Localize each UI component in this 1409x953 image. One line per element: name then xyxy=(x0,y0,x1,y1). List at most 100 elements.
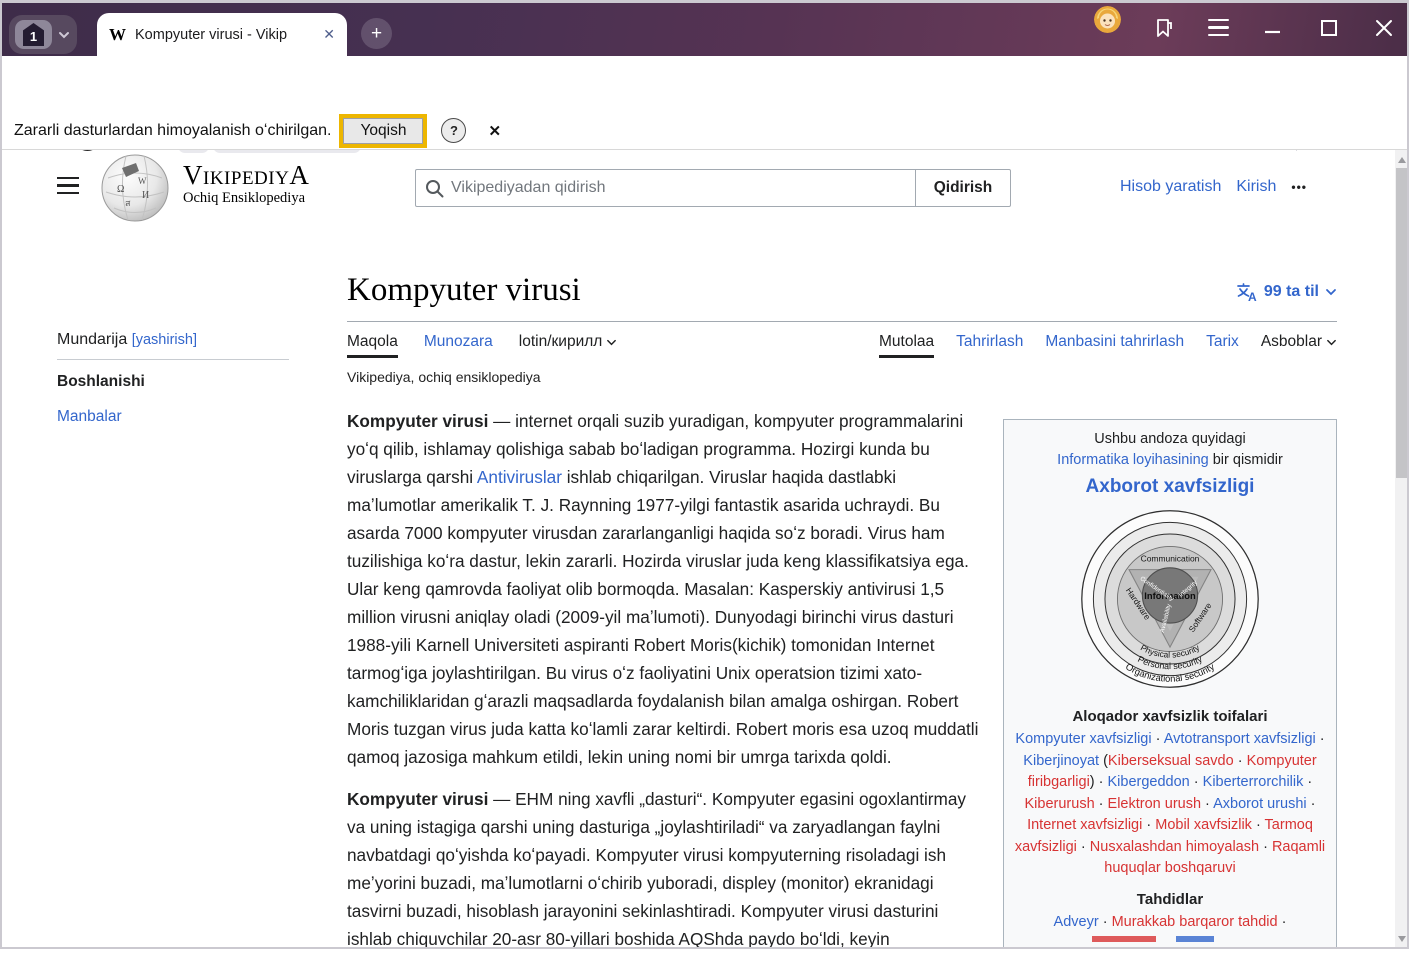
svg-text:W: W xyxy=(138,176,147,186)
wikipedia-wordmark[interactable]: VikipediyA Ochiq Ensiklopediya xyxy=(183,160,309,207)
language-selector-button[interactable]: A 99 ta til xyxy=(1236,282,1337,302)
profile-avatar[interactable] xyxy=(1094,6,1121,33)
enable-protection-button[interactable]: Yoqish xyxy=(343,118,423,144)
security-infobox: Ushbu andoza quyidagi Informatika loyiha… xyxy=(1003,419,1337,949)
infobox-link[interactable]: Avtotransport xavfsizligi xyxy=(1164,731,1316,747)
tab-munozara[interactable]: Munozara xyxy=(424,333,493,358)
browser-menu-icon[interactable] xyxy=(1208,19,1229,36)
highlight-annotation-box: Yoqish xyxy=(339,114,427,148)
paragraph-1: Kompyuter virusi — internet orqali suzib… xyxy=(347,407,987,771)
toc-heading: Mundarija xyxy=(57,331,127,348)
notification-close-icon[interactable]: ✕ xyxy=(488,122,501,140)
antiviruslar-link[interactable]: Antiviruslar xyxy=(477,467,562,487)
tab-maqola[interactable]: Maqola xyxy=(347,333,398,358)
user-menu-ellipsis-icon[interactable]: ••• xyxy=(1291,180,1307,194)
scroll-down-arrow-icon[interactable] xyxy=(1398,936,1406,942)
tab-close-icon[interactable]: ✕ xyxy=(323,26,335,43)
bold-lead: Kompyuter virusi xyxy=(347,411,488,431)
infobox-separator: · xyxy=(1095,796,1108,812)
tools-menu[interactable]: Asboblar xyxy=(1261,333,1337,358)
infobox-link[interactable]: Axborot urushi xyxy=(1213,796,1307,812)
infobox-link[interactable]: Internet xavfsizligi xyxy=(1027,817,1142,833)
create-account-link[interactable]: Hisob yaratish xyxy=(1120,178,1221,196)
tab-tahrirlash[interactable]: Tahrirlash xyxy=(956,333,1023,358)
svg-text:A: A xyxy=(1248,290,1257,302)
browser-address-bar: Я uz.wikipedia.org Kompyuter virusi - Vi… xyxy=(0,56,1409,112)
infobox-separator: · xyxy=(1316,731,1325,747)
toc-hide-link[interactable]: [yashirish] xyxy=(132,332,197,348)
tab-counter-button[interactable]: 1 xyxy=(9,15,77,54)
search-submit-button[interactable]: Qidirish xyxy=(915,169,1011,207)
information-security-diagram: Information Communication Hardware Softw… xyxy=(1072,501,1268,697)
new-tab-button[interactable]: + xyxy=(361,18,392,49)
title-divider xyxy=(347,321,1337,322)
clipped-text-row xyxy=(1036,936,1304,942)
window-left-border xyxy=(0,0,2,949)
infobox-link[interactable]: Kiberterrorchilik xyxy=(1203,774,1304,790)
informatika-project-link[interactable]: Informatika loyihasining xyxy=(1057,452,1209,468)
infobox-link[interactable]: Elektron urush xyxy=(1108,796,1202,812)
infobox-link[interactable]: Kiberseksual savdo xyxy=(1108,753,1234,769)
infobox-separator: · xyxy=(1190,774,1203,790)
tab-mutolaa[interactable]: Mutolaa xyxy=(879,333,934,358)
wiki-main-menu-icon[interactable] xyxy=(57,177,79,194)
bookmarks-panel-icon[interactable] xyxy=(1152,16,1176,40)
infobox-separator: · xyxy=(1099,914,1112,930)
infobox-link[interactable]: Kibergeddon xyxy=(1108,774,1190,790)
infobox-separator: · xyxy=(1259,839,1272,855)
infobox-separator: · xyxy=(1278,914,1287,930)
threats-heading: Tahdidlar xyxy=(1014,889,1326,910)
svg-text:ส: ส xyxy=(125,198,131,208)
browser-tab-active[interactable]: W Kompyuter virusi - Vikip ✕ xyxy=(97,13,347,56)
wiki-user-links: Hisob yaratish Kirish ••• xyxy=(1120,178,1307,196)
infobox-link[interactable]: Mobil xavfsizlik xyxy=(1155,817,1252,833)
infobox-separator: ( xyxy=(1099,753,1108,769)
window-close-button[interactable] xyxy=(1374,18,1394,38)
infobox-separator: · xyxy=(1201,796,1213,812)
related-categories-heading: Aloqador xavfsizlik toifalari xyxy=(1014,706,1326,727)
svg-text:И: И xyxy=(142,190,149,201)
article-body: Kompyuter virusi — internet orqali suzib… xyxy=(347,407,987,953)
logo-subtitle: Ochiq Ensiklopediya xyxy=(183,190,309,207)
infobox-separator: · xyxy=(1077,839,1090,855)
window-minimize-button[interactable] xyxy=(1264,30,1281,34)
search-input[interactable] xyxy=(451,179,915,197)
tab-manbasini-tahrirlash[interactable]: Manbasini tahrirlash xyxy=(1045,333,1184,358)
paragraph-2: Kompyuter virusi — EHM ning xavfli „dast… xyxy=(347,785,987,953)
window-top-border xyxy=(0,0,1409,3)
scroll-up-arrow-icon[interactable] xyxy=(1398,157,1406,163)
svg-text:Ω: Ω xyxy=(117,184,124,195)
chevron-down-icon xyxy=(606,337,617,348)
tab-title: Kompyuter virusi - Vikip xyxy=(135,27,314,43)
search-input-box[interactable] xyxy=(415,169,916,207)
browser-tab-bar: 1 W Kompyuter virusi - Vikip ✕ + xyxy=(0,0,1409,56)
infobox-intro-line2: Informatika loyihasining bir qismidir xyxy=(1014,450,1326,471)
infobox-link[interactable]: Murakkab barqaror tahdid xyxy=(1112,914,1278,930)
infobox-title-link[interactable]: Axborot xavfsizligi xyxy=(1014,476,1326,497)
wikipedia-favicon: W xyxy=(109,25,126,45)
bold-lead: Kompyuter virusi xyxy=(347,789,488,809)
infobox-separator: · xyxy=(1307,796,1316,812)
infobox-link[interactable]: Kompyuter xavfsizligi xyxy=(1015,731,1151,747)
article-tabs: Maqola Munozara lotin/кирилл Mutolaa Tah… xyxy=(347,324,1337,360)
infobox-separator: · xyxy=(1252,817,1265,833)
translate-icon: A xyxy=(1236,282,1258,302)
infobox-link[interactable]: Nusxalashdan himoyalash xyxy=(1090,839,1259,855)
tab-tarix[interactable]: Tarix xyxy=(1206,333,1239,358)
login-link[interactable]: Kirish xyxy=(1236,178,1276,196)
window-maximize-button[interactable] xyxy=(1320,19,1338,37)
help-icon[interactable]: ? xyxy=(441,118,466,143)
toc-item-manbalar[interactable]: Manbalar xyxy=(57,408,289,426)
toc-item-boshlanishi[interactable]: Boshlanishi xyxy=(57,373,289,391)
svg-text:Communication: Communication xyxy=(1141,554,1200,564)
infobox-link[interactable]: Kiberjinoyat xyxy=(1023,753,1099,769)
infobox-separator: · xyxy=(1152,731,1164,747)
infobox-separator: ) · xyxy=(1090,774,1108,790)
wikipedia-globe-logo[interactable]: Ω W И ส xyxy=(100,152,170,224)
infobox-link[interactable]: Kiberurush xyxy=(1025,796,1095,812)
variant-selector[interactable]: lotin/кирилл xyxy=(519,333,618,358)
chevron-down-icon xyxy=(57,28,71,42)
infobox-separator: · xyxy=(1303,774,1312,790)
threats-links: Adveyr · Murakkab barqaror tahdid · xyxy=(1014,912,1326,934)
infobox-link[interactable]: Adveyr xyxy=(1054,914,1099,930)
